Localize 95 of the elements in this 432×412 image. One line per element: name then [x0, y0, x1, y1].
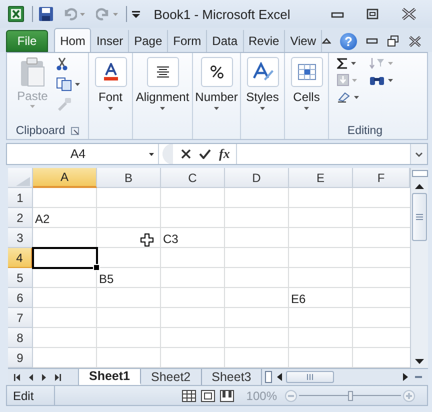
first-sheet-icon[interactable]: [14, 374, 20, 380]
next-sheet-icon[interactable]: [42, 374, 46, 380]
column-header[interactable]: A: [33, 168, 97, 188]
caret-icon: [260, 107, 265, 110]
caret-icon: [74, 82, 80, 86]
row-header[interactable]: 2: [8, 208, 33, 228]
row-header[interactable]: 3: [8, 228, 33, 248]
minimize-icon[interactable]: [366, 38, 378, 44]
caret-icon: [388, 78, 393, 82]
excel-logo-icon[interactable]: [8, 6, 24, 22]
column-header[interactable]: B: [97, 168, 161, 188]
triangle-icon: [16, 177, 30, 186]
column-header[interactable]: C: [161, 168, 225, 188]
customize-toolbar-icon[interactable]: [132, 10, 140, 18]
sum-icon: [337, 58, 348, 68]
sheet-tab[interactable]: Sheet1: [79, 369, 141, 385]
status-mode: Edit: [7, 386, 55, 405]
scroll-thumb[interactable]: [412, 193, 427, 241]
ribbon-group-button[interactable]: Font: [92, 57, 130, 110]
percent-icon: [210, 65, 224, 79]
caret-icon: [108, 107, 113, 110]
table-cell-text: B5: [98, 271, 115, 288]
page-break-icon[interactable]: [220, 390, 234, 402]
caret-icon: [352, 78, 357, 82]
maximize-icon[interactable]: [366, 8, 380, 20]
binoculars-icon: [369, 74, 385, 86]
active-cell[interactable]: [32, 247, 98, 269]
scroll-right-icon[interactable]: [403, 373, 408, 381]
grip-icon: [307, 374, 314, 380]
eraser-icon: [337, 91, 351, 103]
row-header[interactable]: 6: [8, 288, 33, 308]
row-header[interactable]: 8: [8, 328, 33, 348]
caret-icon: [30, 105, 35, 108]
close-icon[interactable]: [401, 8, 417, 20]
table-cell-text: C3: [162, 231, 180, 248]
row-header[interactable]: 5: [8, 268, 33, 288]
styles-brush-icon: [252, 62, 274, 82]
cross-cursor-icon: [140, 233, 154, 247]
ribbon-tab[interactable]: Hom: [54, 28, 92, 52]
column-header[interactable]: D: [225, 168, 289, 188]
font-color-icon: [102, 63, 118, 81]
restore-icon[interactable]: [387, 35, 399, 47]
caret-icon: [351, 62, 356, 64]
normal-view-icon[interactable]: [182, 390, 196, 402]
scroll-left-icon[interactable]: [277, 373, 282, 381]
previous-sheet-icon[interactable]: [29, 374, 33, 380]
save-icon[interactable]: [38, 6, 54, 22]
last-sheet-icon[interactable]: [55, 374, 61, 380]
caret-icon: [214, 107, 219, 110]
align-center-icon: [156, 66, 170, 78]
caret-icon: [388, 62, 393, 64]
group-caption: Editing: [347, 125, 383, 137]
row-header[interactable]: 9: [8, 348, 33, 368]
plus-icon: [406, 392, 412, 398]
down-arrow-icon: [415, 358, 424, 364]
close-icon[interactable]: [408, 36, 422, 46]
cells-icon: [298, 64, 316, 80]
file-tab[interactable]: File: [6, 30, 48, 52]
ribbon-group-button[interactable]: Cells: [288, 57, 326, 110]
find-button[interactable]: [369, 74, 393, 86]
row-header[interactable]: 1: [8, 188, 33, 208]
table-cell-text: E6: [290, 291, 307, 308]
scroll-thumb[interactable]: [286, 371, 334, 383]
clear-button[interactable]: [337, 91, 359, 103]
zoom-slider[interactable]: [299, 390, 401, 400]
copy-button[interactable]: [56, 77, 80, 91]
column-header[interactable]: F: [353, 168, 410, 188]
grip-icon: [416, 214, 423, 220]
clipboard-icon: [20, 57, 46, 87]
caret-icon: [113, 12, 118, 16]
row-header[interactable]: 7: [8, 308, 33, 328]
sort-filter-icon: [369, 57, 385, 69]
minus-icon: [288, 394, 294, 396]
autosum-button[interactable]: [337, 57, 359, 69]
caret-icon: [354, 96, 359, 98]
group-caption: Clipboard: [16, 125, 66, 137]
collapse-ribbon-icon[interactable]: [322, 38, 331, 44]
ribbon-group-button[interactable]: Styles: [243, 57, 282, 110]
table-cell-text: A2: [34, 211, 51, 228]
page-layout-icon[interactable]: [201, 390, 216, 402]
tab-splitter[interactable]: [265, 371, 272, 383]
caret-icon: [304, 107, 309, 110]
column-header[interactable]: E: [289, 168, 353, 188]
row-header[interactable]: 4: [8, 248, 33, 268]
caret-icon: [80, 12, 85, 16]
fill-down-icon: [337, 74, 349, 86]
ribbon-group-button[interactable]: Number: [192, 57, 241, 110]
copy-icon: [56, 77, 72, 91]
cut-icon[interactable]: [56, 57, 68, 71]
up-arrow-icon: [415, 184, 424, 188]
ribbon-group-button[interactable]: Alignment: [132, 57, 192, 110]
caret-icon: [160, 107, 165, 110]
zoom-slider-thumb[interactable]: [348, 390, 353, 400]
window-title: Book1 - Microsoft Excel: [152, 6, 292, 22]
dialog-launcher-icon[interactable]: [71, 127, 80, 135]
